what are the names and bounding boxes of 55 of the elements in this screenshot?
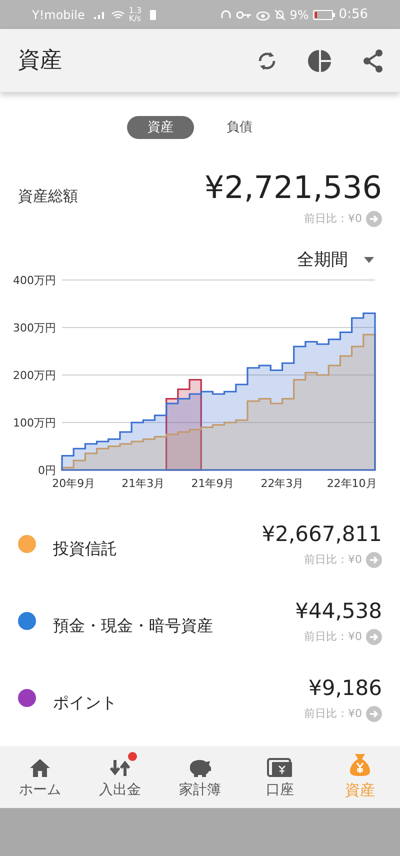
page-title: 資産 <box>18 47 63 75</box>
day-change: 前日比：¥0 <box>304 211 362 227</box>
x-axis-label: 21年3月 <box>122 477 165 490</box>
nav-tab[interactable]: 家計簿 <box>160 754 240 800</box>
day-change: 前日比：¥0 <box>304 552 362 568</box>
arrow-right-icon[interactable] <box>366 552 382 568</box>
x-axis-label: 21年9月 <box>191 477 234 490</box>
money-bag-icon <box>349 752 371 777</box>
house-icon <box>29 758 51 778</box>
y-axis-label: 100万円 <box>13 416 56 430</box>
wallet-icon <box>267 758 293 778</box>
day-change: 前日比：¥0 <box>304 706 362 722</box>
carrier-label: Y!mobile <box>32 6 85 24</box>
category-name: 投資信託 <box>53 538 118 560</box>
bell-muted-icon <box>274 8 286 20</box>
piggy-bank-icon <box>187 758 213 778</box>
y-axis-label: 300万円 <box>13 322 56 334</box>
category-amount: ¥44,538 <box>295 598 382 624</box>
segment-tab[interactable]: 負債 <box>206 116 273 139</box>
category-amount: ¥9,186 <box>308 674 382 702</box>
clock: 0:56 <box>338 6 368 24</box>
speed-unit: K/s <box>128 14 142 22</box>
nav-tab[interactable]: ホーム <box>0 754 80 800</box>
arrow-right-icon[interactable] <box>366 211 382 228</box>
nav-tab[interactable]: 口座 <box>240 754 320 800</box>
nav-tab[interactable]: 入出金 <box>80 754 160 800</box>
eye-icon <box>256 8 270 20</box>
battery-icon <box>312 10 335 20</box>
period-dropdown[interactable]: 全期間 <box>297 248 374 273</box>
segment-tab[interactable]: 資産 <box>127 116 194 139</box>
up-down-arrows-icon <box>109 758 131 778</box>
key-icon <box>236 10 252 20</box>
battery-percent: 9% <box>290 6 309 24</box>
category-name: 預金・現金・暗号資産 <box>53 614 214 636</box>
category-amount: ¥2,667,811 <box>262 520 382 548</box>
total-amount: ¥2,721,536 <box>204 169 382 207</box>
x-axis-label: 22年3月 <box>260 477 304 490</box>
headphones-icon <box>220 8 232 20</box>
total-label: 資産総額 <box>18 186 78 207</box>
x-axis-label: 22年10月 <box>326 477 377 490</box>
pie-chart-icon[interactable] <box>308 48 332 72</box>
category-name: ポイント <box>53 692 118 714</box>
caret-icon <box>364 257 374 264</box>
y-axis-label: 200万円 <box>13 369 56 382</box>
day-change: 前日比：¥0 <box>304 629 362 645</box>
x-axis-label: 20年9月 <box>52 477 96 490</box>
battery-saver-icon <box>150 9 156 20</box>
signal-icon <box>92 10 107 20</box>
y-axis-label: 0円 <box>38 464 56 477</box>
arrow-right-icon[interactable] <box>366 706 382 722</box>
share-icon[interactable] <box>362 48 384 72</box>
y-axis-label: 400万円 <box>13 274 56 287</box>
wifi-icon <box>110 10 125 20</box>
speed-value: 1.3 <box>128 6 142 14</box>
arrow-right-icon[interactable] <box>366 629 382 646</box>
